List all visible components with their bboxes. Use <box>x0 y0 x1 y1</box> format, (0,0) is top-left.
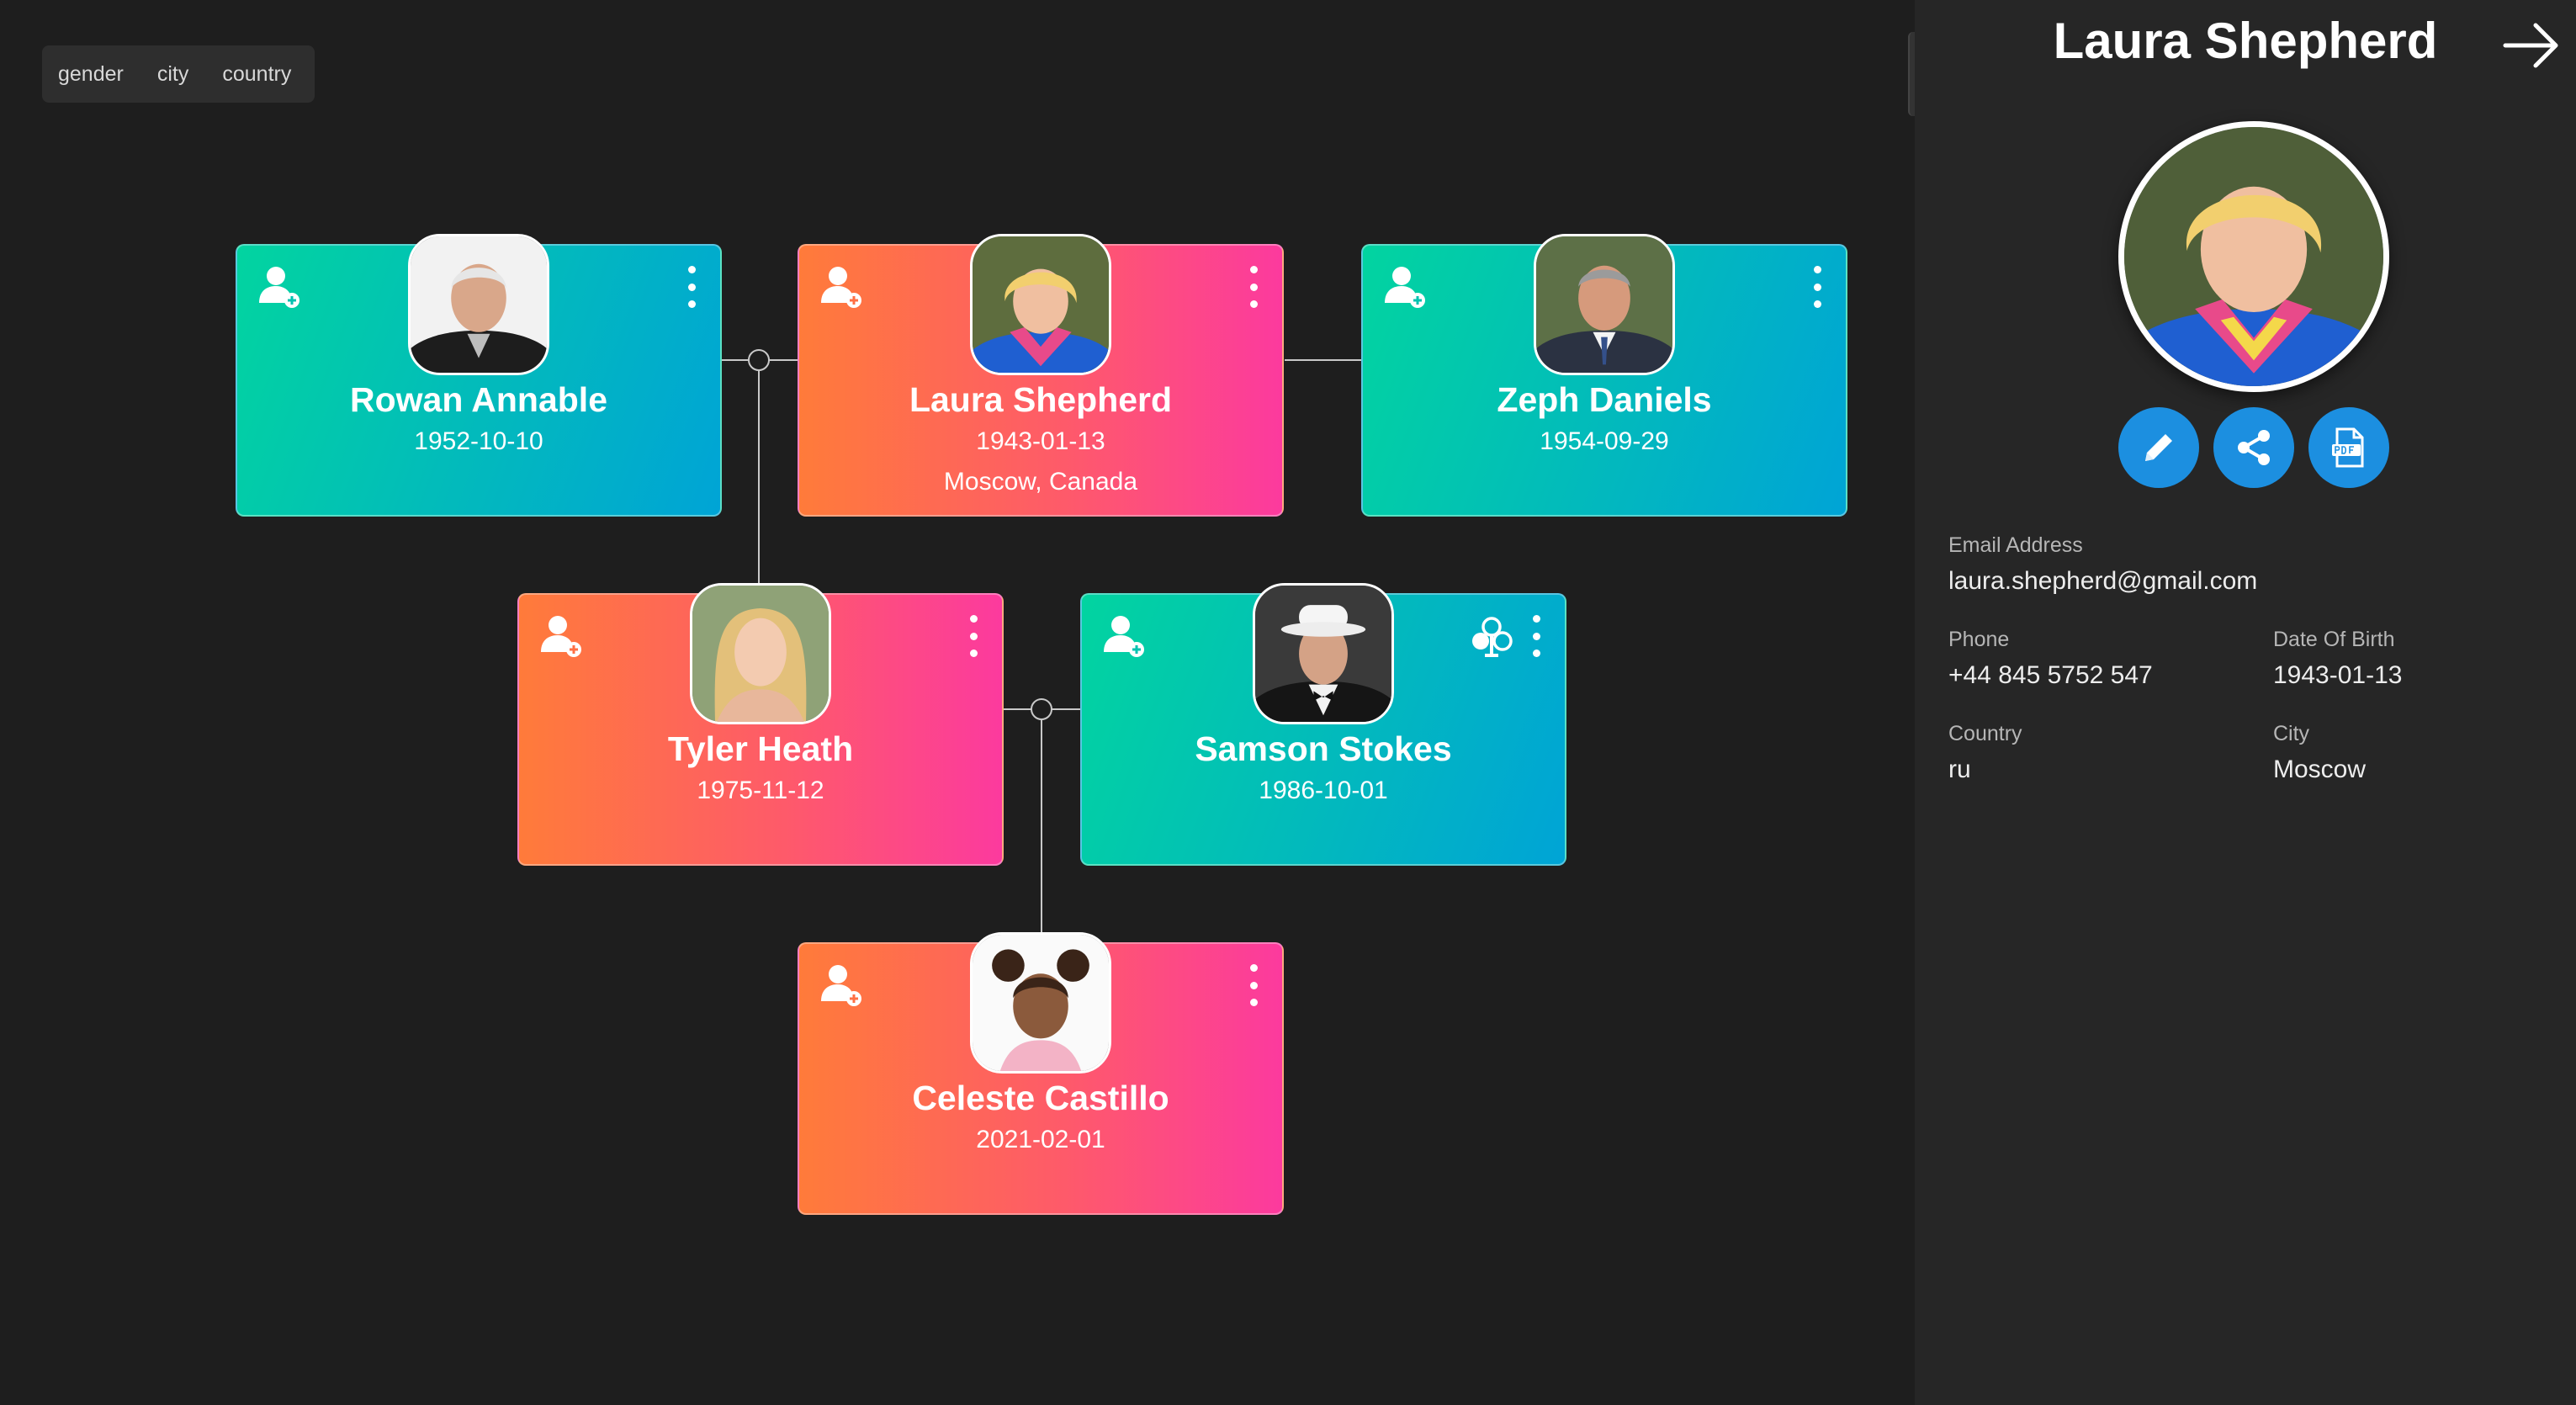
phone-label: Phone <box>1948 628 2010 651</box>
country-label: Country <box>1948 722 2022 745</box>
pdf-icon <box>2332 427 2364 468</box>
avatar-man-in-suit <box>1534 234 1675 375</box>
dob-label: Date Of Birth <box>2273 628 2395 651</box>
person-dob: 1943-01-13 <box>976 427 1105 455</box>
edit-button[interactable] <box>2118 407 2199 488</box>
person-card-zeph-daniels[interactable]: Zeph Daniels 1954-09-29 <box>1361 234 1847 517</box>
pencil-icon <box>2145 434 2172 461</box>
person-dob: 2021-02-01 <box>976 1126 1105 1153</box>
more-vertical-icon[interactable] <box>681 266 702 308</box>
more-vertical-icon[interactable] <box>1243 964 1264 1006</box>
email-value: laura.shepherd@gmail.com <box>1948 567 2258 595</box>
phone-value: +44 845 5752 547 <box>1948 661 2153 689</box>
person-name: Laura Shepherd <box>909 380 1173 419</box>
panel-title: Laura Shepherd <box>2053 13 2438 69</box>
country-value: ru <box>1948 756 1971 783</box>
dob-value: 1943-01-13 <box>2273 661 2403 689</box>
avatar-young-woman <box>690 583 831 724</box>
link-node <box>1031 698 1052 720</box>
family-tree: Rowan Annable 1952-10-10 Laura Shepherd … <box>0 0 1915 1405</box>
club-icon[interactable] <box>1467 613 1516 662</box>
panel-edge-tab[interactable] <box>1908 32 1915 116</box>
add-user-icon[interactable] <box>818 961 867 1010</box>
more-vertical-icon[interactable] <box>1243 266 1264 308</box>
avatar-elderly-man <box>408 234 549 375</box>
email-label: Email Address <box>1948 533 2083 557</box>
more-vertical-icon[interactable] <box>1526 615 1546 657</box>
person-dob: 1952-10-10 <box>414 427 543 455</box>
city-value: Moscow <box>2273 756 2367 783</box>
avatar-large <box>2118 121 2389 392</box>
avatar-blonde-woman <box>970 234 1111 375</box>
person-dob: 1986-10-01 <box>1259 777 1388 804</box>
person-dob: 1975-11-12 <box>697 777 824 804</box>
link-node <box>748 349 770 371</box>
city-label: City <box>2273 722 2310 745</box>
person-name: Tyler Heath <box>667 729 854 768</box>
person-name: Celeste Castillo <box>912 1079 1169 1117</box>
arrow-right-icon[interactable] <box>2500 19 2563 72</box>
add-user-icon[interactable] <box>818 262 867 311</box>
add-user-icon[interactable] <box>538 612 586 660</box>
add-user-icon[interactable] <box>1100 612 1149 660</box>
person-dob: 1954-09-29 <box>1540 427 1669 455</box>
person-name: Rowan Annable <box>350 380 607 419</box>
person-card-rowan-annable[interactable]: Rowan Annable 1952-10-10 <box>236 234 722 517</box>
panel-actions <box>2118 407 2389 488</box>
share-icon <box>2238 430 2270 465</box>
more-vertical-icon[interactable] <box>1807 266 1827 308</box>
avatar-little-girl <box>970 932 1111 1074</box>
person-card-samson-stokes[interactable]: Samson Stokes 1986-10-01 <box>1080 583 1566 866</box>
person-location: Moscow, Canada <box>943 468 1138 496</box>
add-user-icon[interactable] <box>1381 262 1430 311</box>
person-name: Zeph Daniels <box>1497 380 1712 419</box>
share-button[interactable] <box>2213 407 2294 488</box>
person-card-laura-shepherd[interactable]: Laura Shepherd 1943-01-13 Moscow, Canada <box>798 234 1284 517</box>
more-vertical-icon[interactable] <box>963 615 983 657</box>
person-card-celeste-castillo[interactable]: Celeste Castillo 2021-02-01 <box>798 932 1284 1215</box>
person-name: Samson Stokes <box>1195 729 1452 768</box>
pdf-button[interactable] <box>2308 407 2389 488</box>
add-user-icon[interactable] <box>256 262 305 311</box>
person-card-tyler-heath[interactable]: Tyler Heath 1975-11-12 <box>517 583 1004 866</box>
avatar-man-in-white-hat <box>1253 583 1394 724</box>
person-details-panel: Laura Shepherd Email Address laura.sheph… <box>1908 0 2576 1405</box>
